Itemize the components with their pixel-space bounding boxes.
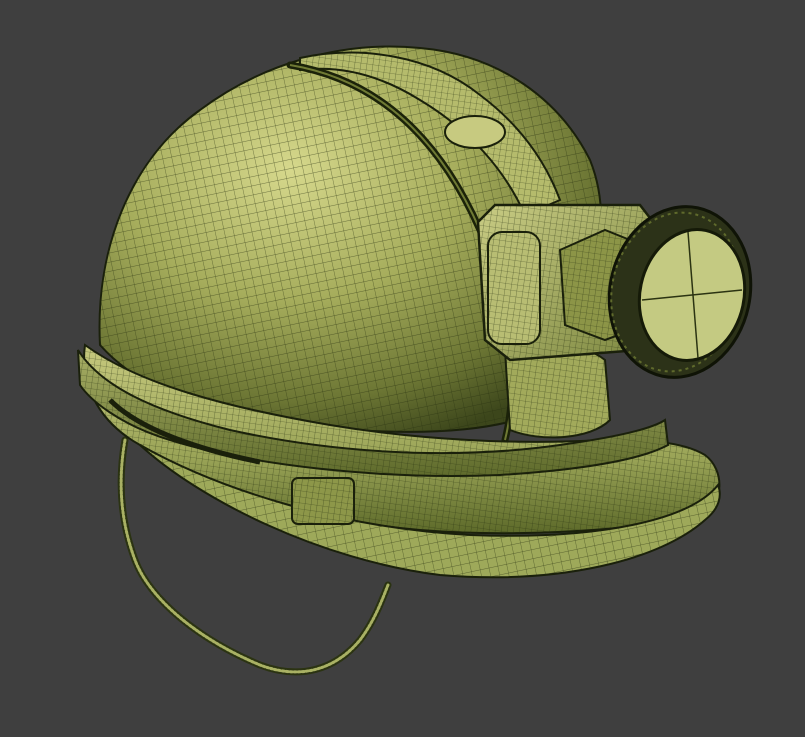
helmet-render	[77, 45, 753, 676]
3d-viewport[interactable]	[0, 0, 805, 737]
